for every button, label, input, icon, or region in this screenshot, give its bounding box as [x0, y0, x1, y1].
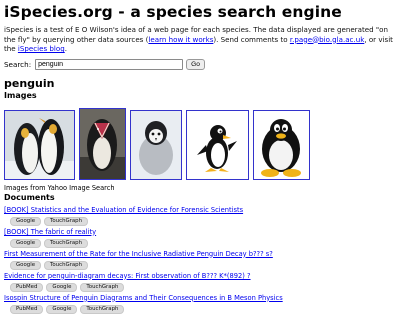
documents-heading: Documents: [4, 192, 55, 202]
species-name: penguin: [4, 76, 55, 90]
touchgraph-button[interactable]: TouchGraph: [44, 238, 89, 248]
search-input[interactable]: [35, 59, 184, 70]
document-item: Evidence for penguin-diagram decays: Fir…: [4, 272, 396, 292]
document-item: First Measurement of the Rate for the In…: [4, 250, 396, 270]
cartoon-penguin-image: [187, 110, 248, 179]
blog-link[interactable]: iSpecies blog: [18, 44, 65, 53]
penguin-image-1[interactable]: [4, 109, 75, 180]
images-heading: Images: [4, 90, 37, 100]
pubmed-button[interactable]: PubMed: [10, 304, 44, 314]
document-actions: Google TouchGraph: [4, 216, 396, 226]
intro-text: iSpecies is a test of E O Wilson's idea …: [4, 25, 396, 54]
document-link[interactable]: First Measurement of the Rate for the In…: [4, 250, 396, 259]
google-button[interactable]: Google: [46, 282, 78, 292]
document-link[interactable]: Isospin Structure of Penguin Diagrams an…: [4, 294, 396, 303]
learn-how-link[interactable]: learn how it works: [148, 35, 213, 44]
google-button[interactable]: Google: [10, 216, 42, 226]
document-item: Isospin Structure of Penguin Diagrams an…: [4, 294, 396, 314]
document-list: [BOOK] Statistics and the Evaluation of …: [4, 206, 396, 314]
go-button[interactable]: Go: [186, 59, 205, 70]
pubmed-button[interactable]: PubMed: [10, 282, 44, 292]
document-link[interactable]: [BOOK] The fabric of reality: [4, 228, 396, 237]
penguin-image-2[interactable]: [79, 107, 126, 180]
document-link[interactable]: [BOOK] Statistics and the Evaluation of …: [4, 206, 396, 215]
penguin-image-3[interactable]: [130, 109, 182, 180]
intro-text-part: .: [64, 44, 68, 53]
document-actions: PubMed Google TouchGraph: [4, 282, 396, 292]
emperor-penguins-image: [5, 110, 74, 179]
document-actions: PubMed Google TouchGraph: [4, 304, 396, 314]
email-link[interactable]: r.page@bio.gla.ac.uk: [290, 35, 364, 44]
document-item: [BOOK] The fabric of reality Google Touc…: [4, 228, 396, 248]
document-item: [BOOK] Statistics and the Evaluation of …: [4, 206, 396, 226]
touchgraph-button[interactable]: TouchGraph: [44, 260, 89, 270]
document-actions: Google TouchGraph: [4, 260, 396, 270]
touchgraph-button[interactable]: TouchGraph: [80, 282, 125, 292]
penguin-image-5[interactable]: [253, 109, 310, 180]
document-link[interactable]: Evidence for penguin-diagram decays: Fir…: [4, 272, 396, 281]
intro-text-part: ). Send comments to: [213, 34, 290, 44]
penguin-image-4[interactable]: [186, 109, 249, 180]
tux-penguin-image: [254, 110, 309, 179]
touchgraph-button[interactable]: TouchGraph: [44, 216, 89, 226]
page: iSpecies.org - a species search engine i…: [4, 2, 396, 314]
search-row: Search: Go: [4, 59, 396, 71]
document-actions: Google TouchGraph: [4, 238, 396, 248]
google-button[interactable]: Google: [46, 304, 78, 314]
google-button[interactable]: Google: [10, 238, 42, 248]
search-label: Search:: [4, 60, 32, 69]
image-credit: Images from Yahoo Image Search: [4, 183, 115, 192]
image-gallery: [4, 107, 396, 180]
screaming-penguin-image: [80, 108, 125, 179]
touchgraph-button[interactable]: TouchGraph: [80, 304, 125, 314]
google-button[interactable]: Google: [10, 260, 42, 270]
site-title: iSpecies.org - a species search engine: [4, 3, 342, 21]
penguin-chick-image: [131, 110, 181, 179]
